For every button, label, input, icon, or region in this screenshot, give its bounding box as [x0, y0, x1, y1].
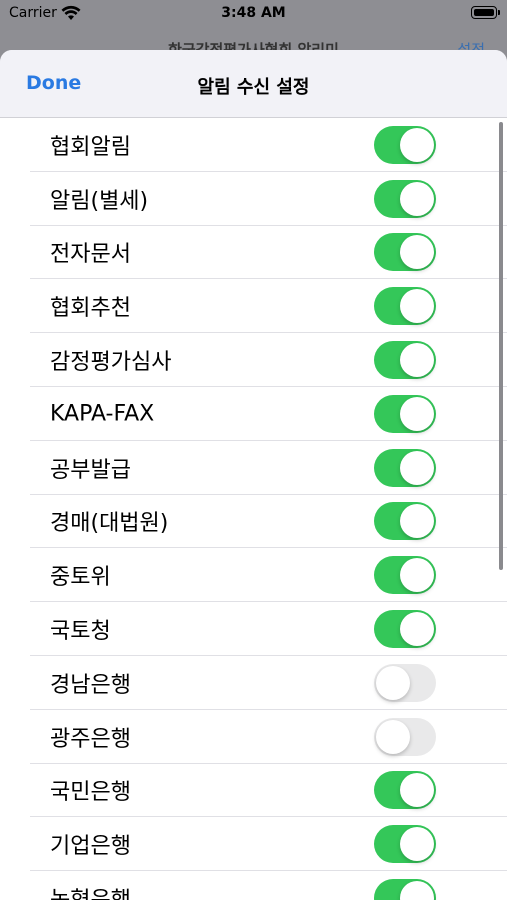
setting-label: 경남은행	[50, 672, 131, 698]
toggle-knob	[400, 773, 434, 808]
setting-label: 광주은행	[50, 726, 131, 752]
toggle-switch[interactable]	[374, 717, 436, 756]
setting-row: 광주은행	[0, 710, 507, 764]
toggle-switch[interactable]	[374, 125, 436, 164]
toggle-knob	[400, 235, 434, 270]
setting-row: 국민은행	[0, 764, 507, 818]
setting-label: 중토위	[50, 565, 111, 591]
setting-row: 전자문서	[0, 226, 507, 280]
toggle-knob	[400, 289, 434, 324]
setting-row: 기업은행	[0, 817, 507, 871]
setting-label: 경매(대법원)	[50, 511, 169, 537]
battery-icon	[471, 6, 500, 19]
setting-label: 협회알림	[50, 134, 131, 160]
toggle-knob	[400, 127, 434, 162]
setting-row: 중토위	[0, 548, 507, 602]
status-bar: Carrier 3:48 AM	[0, 0, 507, 30]
setting-row: 알림(별세)	[0, 172, 507, 226]
toggle-knob	[400, 396, 434, 431]
toggle-knob	[400, 504, 434, 539]
toggle-knob	[400, 827, 434, 862]
toggle-knob	[400, 881, 434, 900]
toggle-switch[interactable]	[374, 287, 436, 326]
toggle-knob	[400, 558, 434, 593]
setting-label: 협회추천	[50, 296, 131, 322]
setting-label: 기업은행	[50, 834, 131, 860]
toggle-knob	[400, 612, 434, 647]
setting-row: 경매(대법원)	[0, 495, 507, 549]
toggle-switch[interactable]	[374, 771, 436, 810]
setting-row: 협회추천	[0, 279, 507, 333]
sheet-title: 알림 수신 설정	[197, 77, 310, 98]
notification-settings-sheet: Done 알림 수신 설정 협회알림알림(별세) 전자문서협회추천감정평가심사 KA…	[0, 50, 507, 900]
clock: 3:48 AM	[221, 5, 286, 21]
toggle-switch[interactable]	[374, 502, 436, 541]
setting-row: 농협은행	[0, 871, 507, 900]
toggle-knob	[400, 181, 434, 216]
setting-label: KAPA-FAX	[50, 401, 155, 427]
setting-label: 공부발급	[50, 457, 131, 483]
toggle-switch[interactable]	[374, 879, 436, 900]
settings-list[interactable]: 협회알림알림(별세) 전자문서협회추천감정평가심사 KAPA-FAX 공부발급경매(대…	[0, 118, 507, 900]
toggle-switch[interactable]	[374, 179, 436, 218]
setting-label: 국민은행	[50, 780, 131, 806]
toggle-switch[interactable]	[374, 663, 436, 702]
toggle-switch[interactable]	[374, 341, 436, 380]
toggle-switch[interactable]	[374, 556, 436, 595]
toggle-switch[interactable]	[374, 233, 436, 272]
setting-row: KAPA-FAX	[0, 387, 507, 441]
setting-label: 농협은행	[50, 882, 131, 900]
setting-label: 알림(별세)	[50, 188, 149, 214]
setting-row: 감정평가심사	[0, 333, 507, 387]
setting-row: 공부발급	[0, 441, 507, 495]
toggle-switch[interactable]	[374, 448, 436, 487]
toggle-knob	[376, 665, 410, 700]
toggle-knob	[400, 450, 434, 485]
toggle-switch[interactable]	[374, 825, 436, 864]
toggle-switch[interactable]	[374, 610, 436, 649]
setting-label: 전자문서	[50, 242, 131, 268]
setting-label: 국토청	[50, 619, 111, 645]
setting-row: 국토청	[0, 602, 507, 656]
setting-label: 감정평가심사	[50, 350, 172, 376]
toggle-knob	[400, 343, 434, 378]
toggle-switch[interactable]	[374, 394, 436, 433]
setting-row: 경남은행	[0, 656, 507, 710]
sheet-navigation-bar: Done 알림 수신 설정	[0, 50, 507, 118]
toggle-knob	[376, 719, 410, 754]
setting-row: 협회알림	[0, 118, 507, 172]
scroll-indicator	[499, 122, 503, 570]
